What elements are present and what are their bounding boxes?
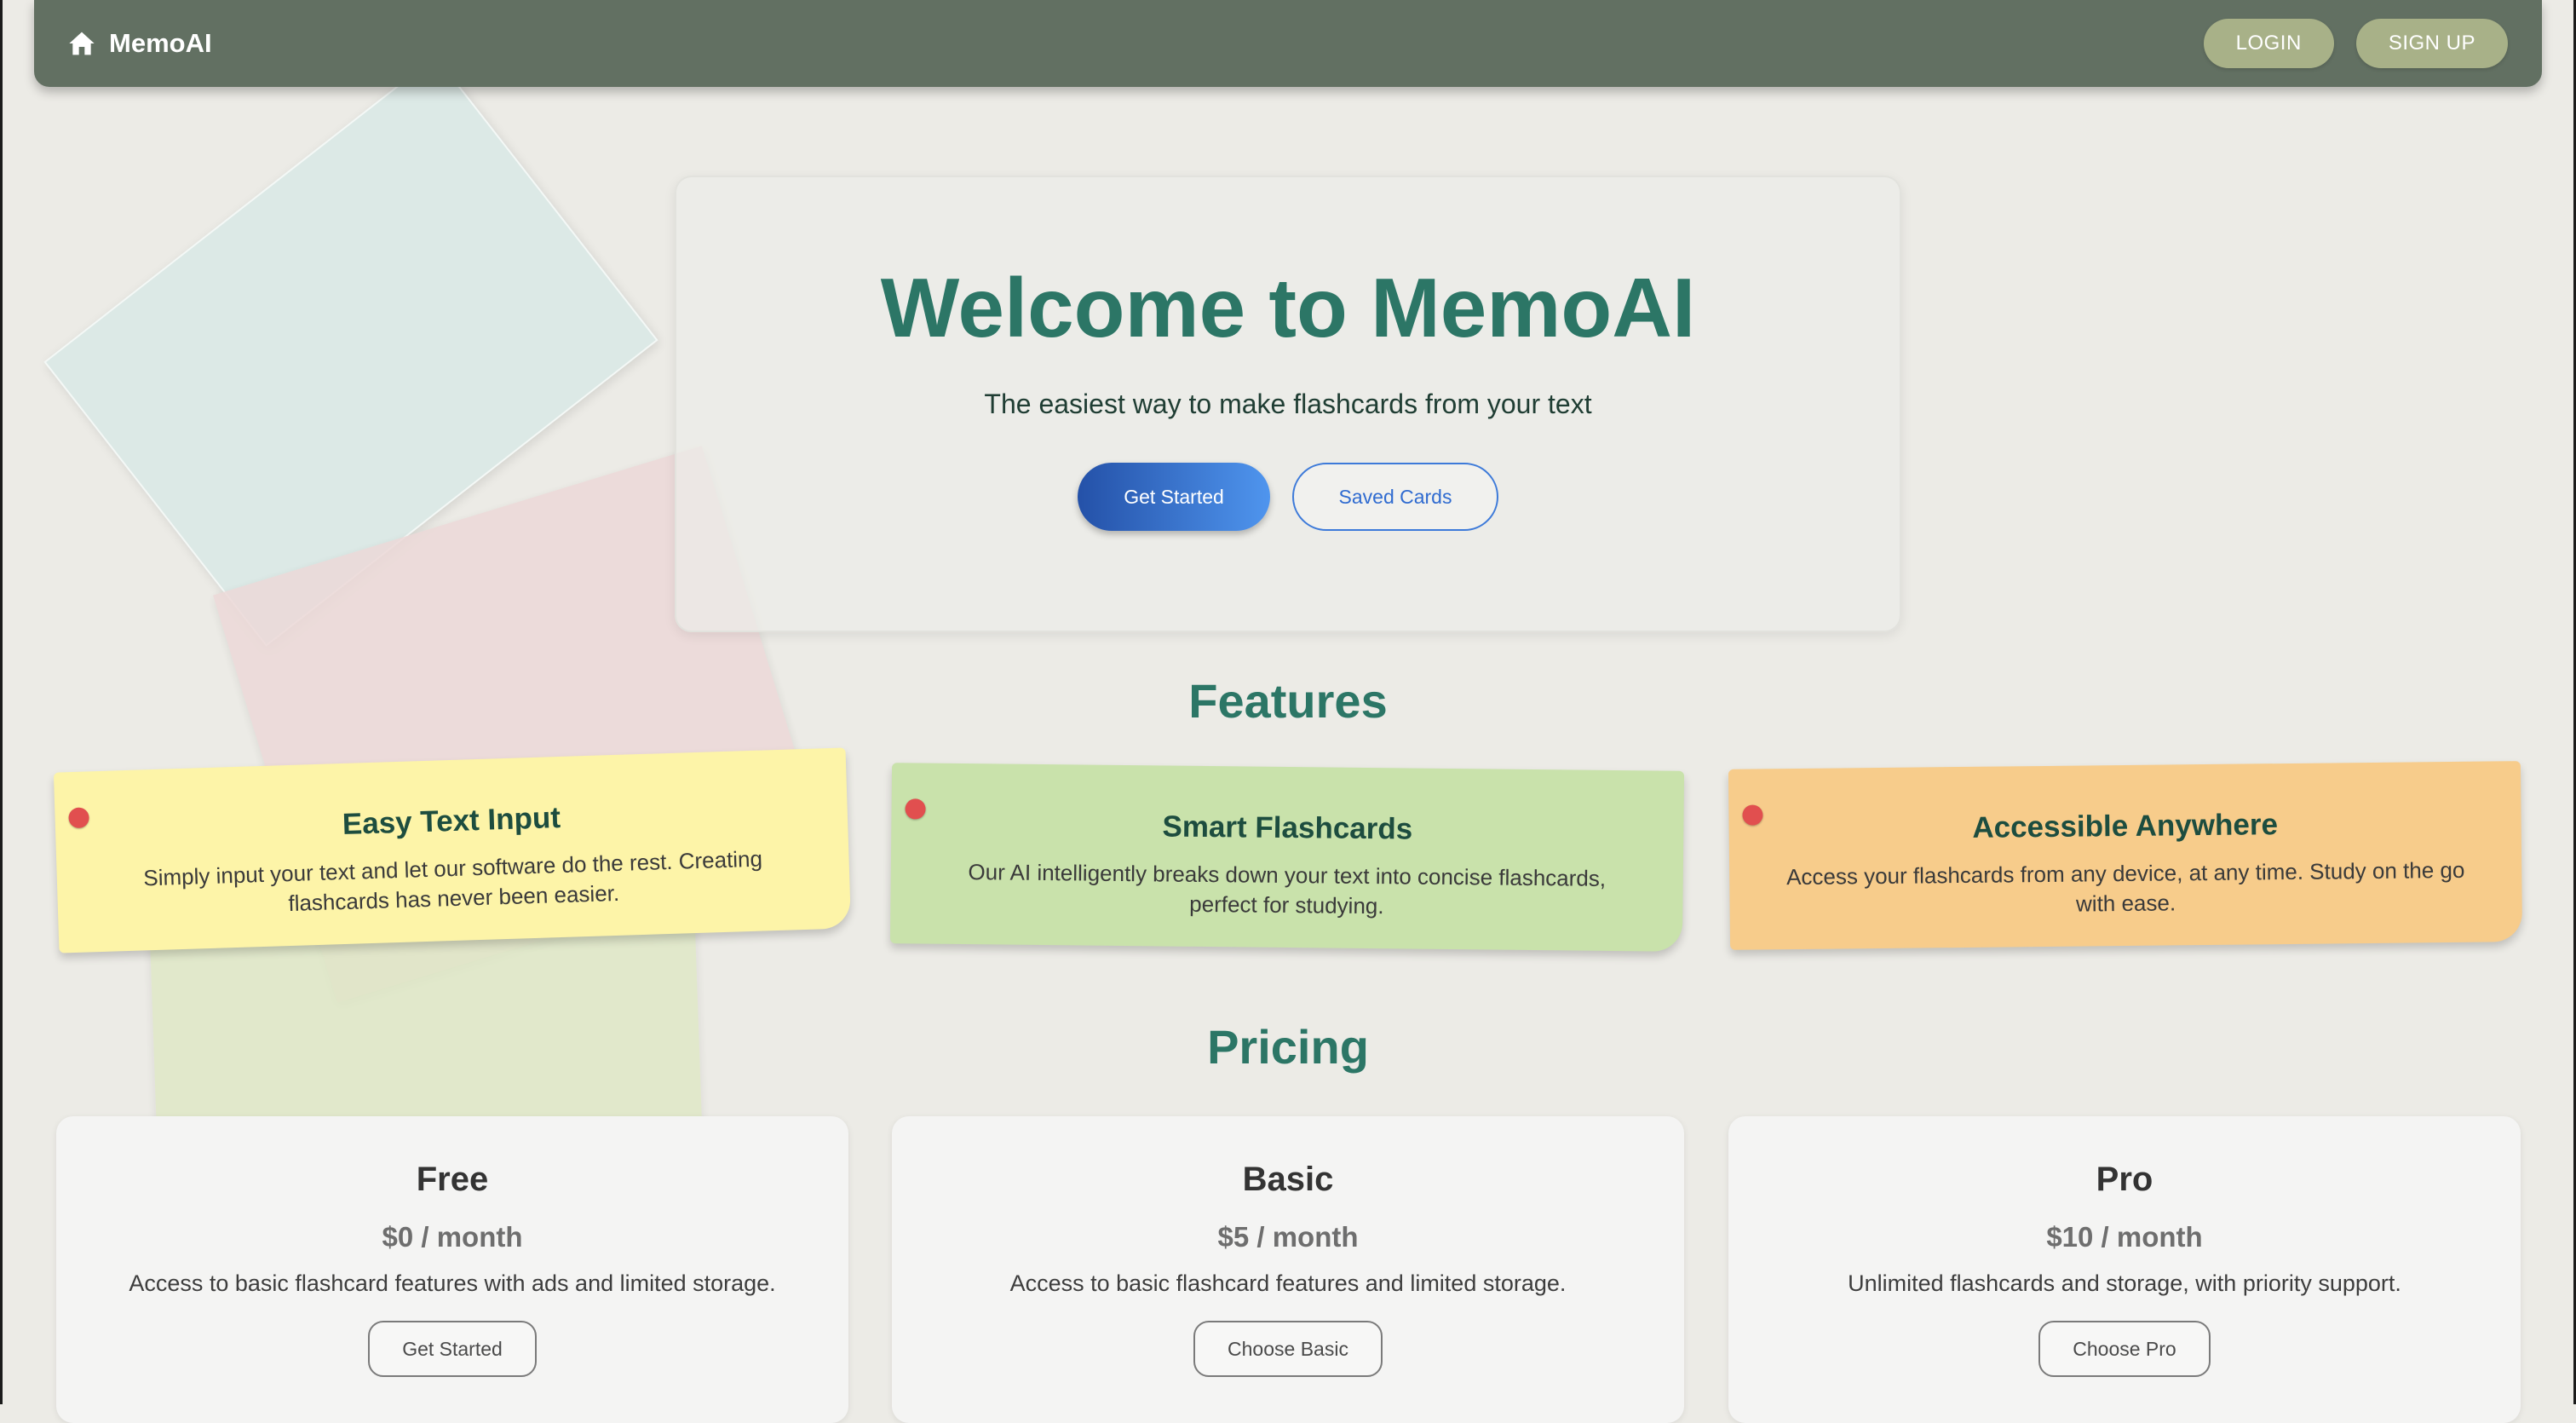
choose-basic-button[interactable]: Choose Basic bbox=[1193, 1321, 1383, 1377]
plan-price: $10 / month bbox=[2046, 1221, 2203, 1253]
feature-description: Access your flashcards from any device, … bbox=[1785, 856, 2465, 917]
brand-name: MemoAI bbox=[109, 28, 212, 58]
plan-name: Pro bbox=[2096, 1161, 2153, 1198]
pricing-card-free: Free $0 / month Access to basic flashcar… bbox=[56, 1116, 848, 1423]
hero-subtitle: The easiest way to make flashcards from … bbox=[984, 389, 1592, 419]
login-button[interactable]: LOGIN bbox=[2203, 19, 2334, 68]
pricing-card-basic: Basic $5 / month Access to basic flashca… bbox=[892, 1116, 1684, 1423]
feature-card-easy-text-input: Easy Text Input Simply input your text a… bbox=[53, 747, 852, 953]
pricing-card-pro: Pro $10 / month Unlimited flashcards and… bbox=[1728, 1116, 2521, 1423]
hero-buttons: Get Started Saved Cards bbox=[676, 463, 1900, 531]
feature-title: Easy Text Input bbox=[342, 801, 561, 842]
free-get-started-button[interactable]: Get Started bbox=[368, 1321, 537, 1377]
plan-description: Unlimited flashcards and storage, with p… bbox=[1848, 1270, 2401, 1296]
plan-price: $5 / month bbox=[1217, 1221, 1359, 1253]
pricing-heading: Pricing bbox=[1207, 1020, 1369, 1074]
nav-actions: LOGIN SIGN UP bbox=[2203, 19, 2508, 68]
plan-price: $0 / month bbox=[382, 1221, 523, 1253]
pin-icon bbox=[905, 798, 926, 820]
feature-description: Our AI intelligently breaks down your te… bbox=[968, 859, 1607, 919]
feature-title: Accessible Anywhere bbox=[1972, 808, 2279, 844]
feature-description: Simply input your text and let our softw… bbox=[142, 845, 763, 917]
saved-cards-button[interactable]: Saved Cards bbox=[1292, 463, 1498, 531]
hero-title: Welcome to MemoAI bbox=[880, 261, 1696, 354]
get-started-button[interactable]: Get Started bbox=[1078, 463, 1270, 531]
navbar: MemoAI LOGIN SIGN UP bbox=[34, 0, 2542, 87]
plan-name: Free bbox=[416, 1161, 489, 1198]
feature-card-smart-flashcards: Smart Flashcards Our AI intelligently br… bbox=[889, 763, 1685, 952]
feature-title: Smart Flashcards bbox=[1162, 809, 1413, 846]
feature-card-accessible-anywhere: Accessible Anywhere Access your flashcar… bbox=[1728, 761, 2523, 950]
signup-button[interactable]: SIGN UP bbox=[2355, 19, 2508, 68]
plan-description: Access to basic flashcard features with … bbox=[129, 1270, 776, 1296]
home-icon bbox=[68, 31, 95, 56]
choose-pro-button[interactable]: Choose Pro bbox=[2038, 1321, 2211, 1377]
plan-description: Access to basic flashcard features and l… bbox=[1009, 1270, 1567, 1296]
plan-name: Basic bbox=[1242, 1161, 1334, 1198]
features-heading: Features bbox=[1188, 674, 1388, 728]
pin-icon bbox=[1742, 804, 1763, 826]
brand-link[interactable]: MemoAI bbox=[68, 28, 212, 59]
hero-panel: Welcome to MemoAI The easiest way to mak… bbox=[675, 176, 1901, 632]
pin-icon bbox=[68, 807, 89, 829]
